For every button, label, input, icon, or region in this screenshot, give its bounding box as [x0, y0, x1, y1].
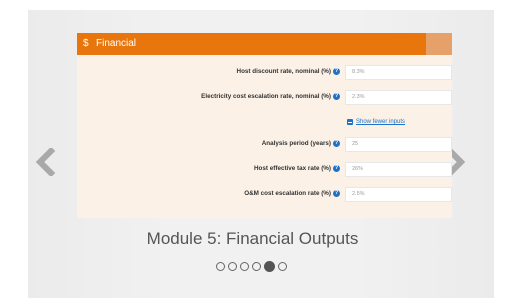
panel-header[interactable]: $ Financial — [77, 33, 452, 55]
field-label: Electricity cost escalation rate, nomina… — [201, 93, 331, 100]
host-discount-rate-input[interactable]: 8.3% — [345, 65, 452, 80]
slide-screenshot: $ Financial Host discount rate, nominal … — [77, 33, 452, 218]
field-row-host-discount-rate: Host discount rate, nominal (%) ? 8.3% — [77, 65, 452, 81]
pagination-dot-active[interactable] — [264, 261, 275, 272]
pagination-dot[interactable] — [240, 262, 249, 271]
panel-title: Financial — [96, 38, 137, 49]
analysis-period-input[interactable]: 25 — [345, 137, 452, 152]
carousel-pagination — [216, 261, 287, 274]
info-icon[interactable]: ? — [333, 165, 340, 172]
field-label: O&M cost escalation rate (%) — [244, 190, 331, 197]
pagination-dot[interactable] — [228, 262, 237, 271]
info-icon[interactable]: ? — [333, 190, 340, 197]
dollar-icon: $ — [83, 38, 89, 49]
field-label: Host effective tax rate (%) — [254, 165, 331, 172]
info-icon[interactable]: ? — [333, 140, 340, 147]
pagination-dot[interactable] — [252, 262, 261, 271]
panel-header-end — [426, 33, 452, 55]
field-row-om-escalation: O&M cost escalation rate (%) ? 2.5% — [77, 187, 452, 203]
chevron-left-icon — [35, 148, 56, 176]
carousel-prev-button[interactable] — [32, 148, 60, 176]
pagination-dot[interactable] — [278, 262, 287, 271]
field-row-electricity-escalation: Electricity cost escalation rate, nomina… — [77, 90, 452, 106]
field-row-host-tax-rate: Host effective tax rate (%) ? 26% — [77, 162, 452, 178]
slide-caption: Module 5: Financial Outputs — [146, 229, 359, 248]
host-tax-rate-input[interactable]: 26% — [345, 162, 452, 177]
field-label: Host discount rate, nominal (%) — [236, 68, 331, 75]
om-escalation-input[interactable]: 2.5% — [345, 187, 452, 202]
field-label: Analysis period (years) — [261, 140, 331, 147]
field-row-analysis-period: Analysis period (years) ? 25 — [77, 137, 452, 153]
minus-square-icon — [347, 119, 353, 125]
electricity-escalation-input[interactable]: 2.3% — [345, 90, 452, 105]
pagination-dot[interactable] — [216, 262, 225, 271]
info-icon[interactable]: ? — [333, 68, 340, 75]
info-icon[interactable]: ? — [333, 93, 340, 100]
show-fewer-inputs-link[interactable]: Show fewer inputs — [356, 117, 405, 127]
